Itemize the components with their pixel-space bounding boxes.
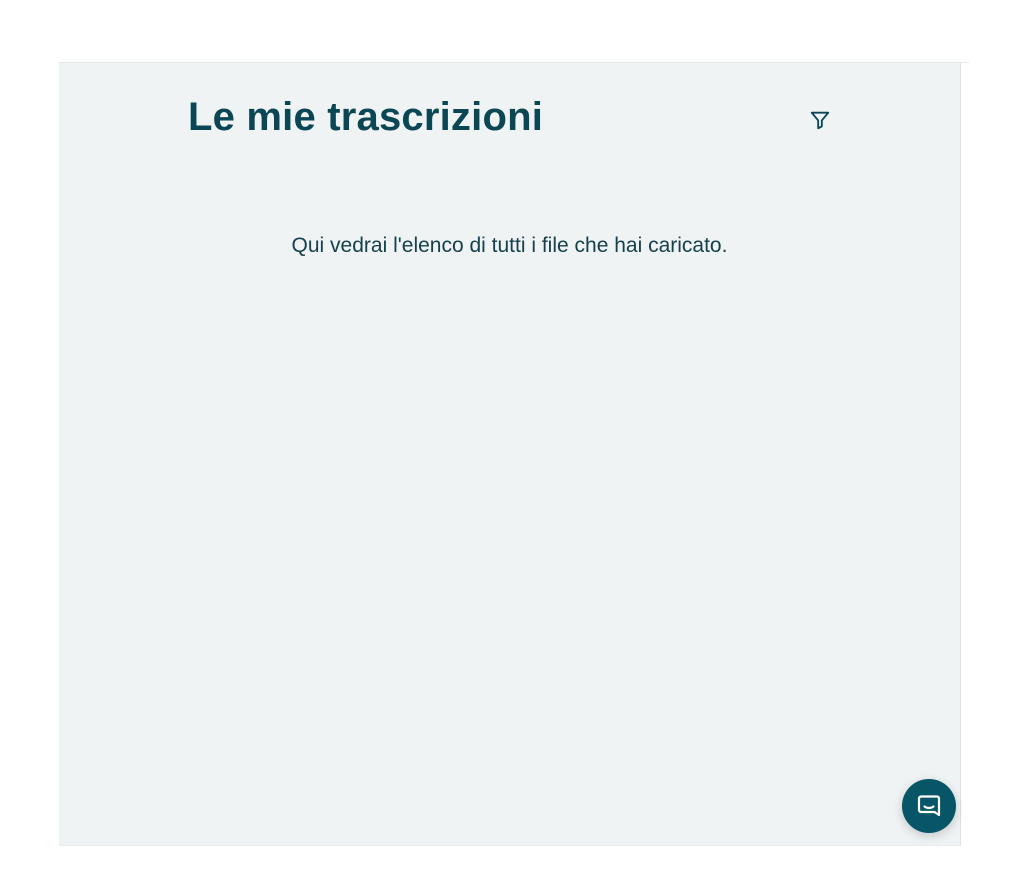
page-title: Le mie trascrizioni [188,95,544,139]
transcriptions-panel: Le mie trascrizioni Qui vedrai l'elenco … [59,63,961,846]
empty-state-message: Qui vedrai l'elenco di tutti i file che … [291,234,728,257]
chat-icon [916,793,942,819]
chat-launcher-button[interactable] [902,779,956,833]
filter-button[interactable] [803,103,837,137]
filter-icon [809,109,831,131]
